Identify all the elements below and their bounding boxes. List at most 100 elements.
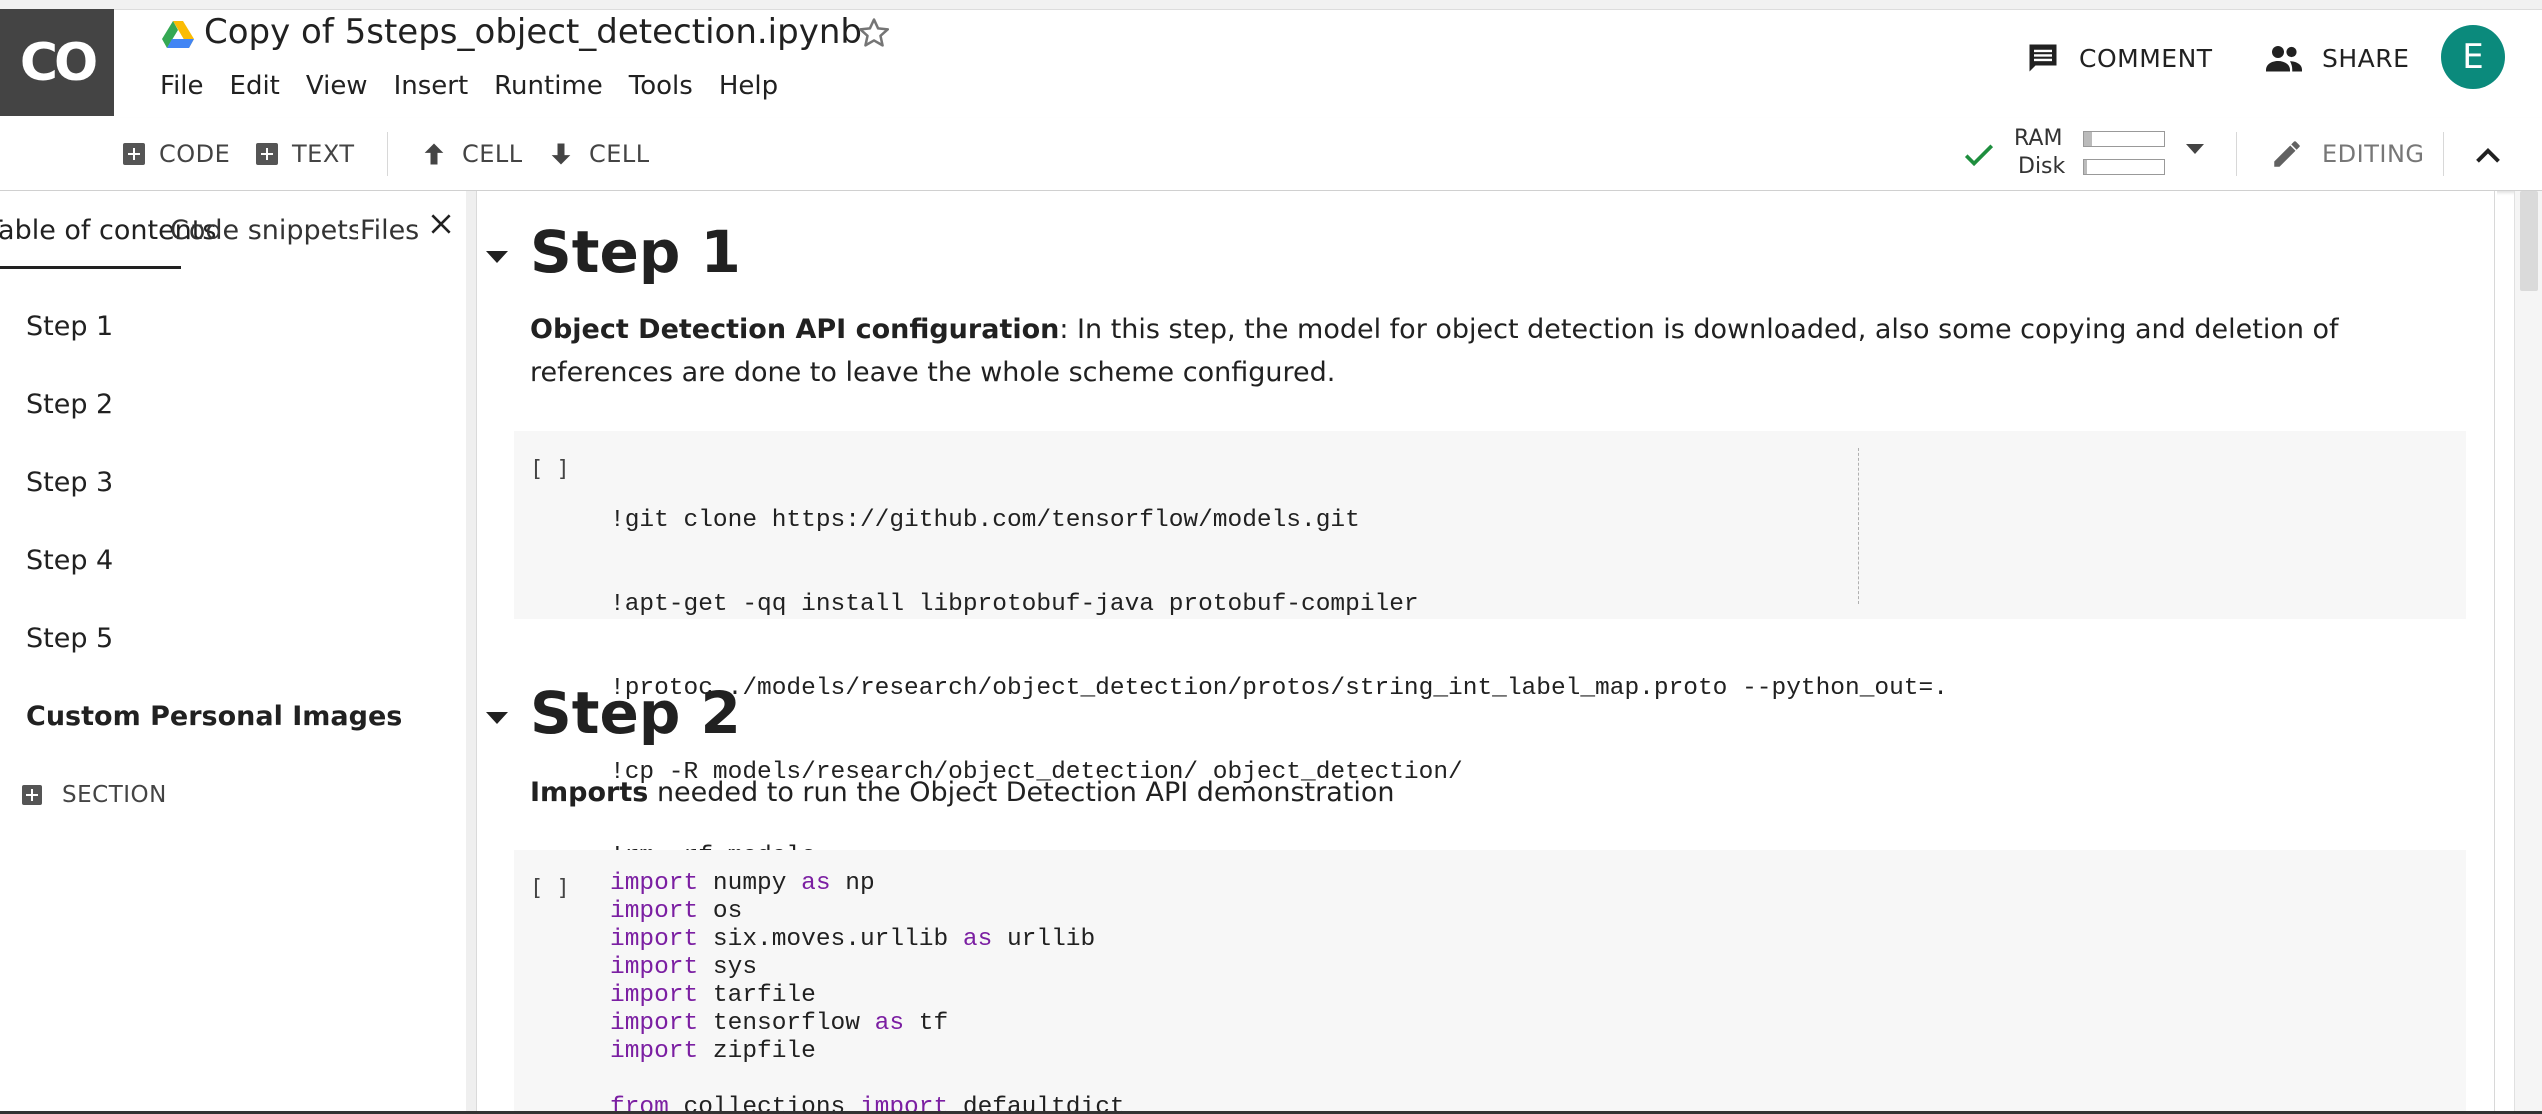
share-label: SHARE <box>2322 43 2410 73</box>
people-icon <box>2266 46 2302 72</box>
menu-insert[interactable]: Insert <box>394 71 469 101</box>
disk-label: Disk <box>2018 154 2066 179</box>
code-token: tensorflow <box>698 1010 875 1037</box>
ram-label: RAM <box>2014 126 2063 151</box>
notebook-content: Step 1 Object Detection API configuratio… <box>477 191 2497 1114</box>
code-cell[interactable]: [ ] import numpy as np import os import si… <box>514 850 2466 1114</box>
add-section-label: SECTION <box>62 782 167 808</box>
code-line: import tensorflow as tf <box>610 1010 1125 1038</box>
collapse-section-icon[interactable] <box>486 712 508 724</box>
sidebar: Table of contents Code snippets Files St… <box>0 191 467 1114</box>
code-line: !apt-get -qq install libprotobuf-java pr… <box>610 591 1419 618</box>
toolbar-divider <box>2236 132 2237 176</box>
markdown-text-step-2: Imports needed to run the Object Detecti… <box>530 771 2410 814</box>
run-cell-indicator[interactable]: [ ] <box>530 876 570 901</box>
menu-edit[interactable]: Edit <box>230 71 280 101</box>
plus-box-icon <box>22 785 42 805</box>
menu-help[interactable]: Help <box>719 71 778 101</box>
tab-files[interactable]: Files <box>358 215 420 246</box>
sidebar-resize-handle[interactable] <box>466 191 477 1114</box>
plus-box-icon <box>123 143 145 165</box>
add-code-button[interactable]: CODE <box>123 118 230 190</box>
move-cell-up-button[interactable]: CELL <box>420 118 523 190</box>
chevron-up-icon[interactable] <box>2470 138 2506 174</box>
add-text-button[interactable]: TEXT <box>256 118 355 190</box>
toolbar-divider <box>2443 132 2444 176</box>
toc-item-step-4[interactable]: Step 4 <box>26 545 113 576</box>
code-lines: import numpy as np import os import six.mo… <box>610 870 1125 1114</box>
pencil-icon <box>2274 141 2300 167</box>
code-token: sys <box>698 954 758 981</box>
menu-runtime[interactable]: Runtime <box>494 71 603 101</box>
code-cell[interactable]: [ ] !git clone https://github.com/tensor… <box>514 431 2466 870</box>
code-token: zipfile <box>698 1038 816 1065</box>
notebook-toolbar: CODE TEXT CELL CELL <box>0 118 2542 191</box>
add-text-label: TEXT <box>292 140 355 168</box>
cell-up-label: CELL <box>462 140 523 168</box>
code-keyword: import <box>610 1010 699 1037</box>
connected-check-icon <box>1964 144 1994 167</box>
notebook-edge <box>2494 191 2495 1114</box>
active-tab-indicator <box>0 266 181 269</box>
add-section-button[interactable]: SECTION <box>22 782 167 808</box>
code-line: !protoc ./models/research/object_detecti… <box>610 675 1948 702</box>
toc-item-custom-personal-images[interactable]: Custom Personal Images <box>26 701 402 732</box>
run-cell-indicator[interactable]: [ ] <box>530 457 570 482</box>
move-cell-down-button[interactable]: CELL <box>547 118 650 190</box>
code-line: import six.moves.urllib as urllib <box>610 926 1125 954</box>
star-icon[interactable] <box>855 14 893 52</box>
section-heading-step-1: Step 1 <box>530 218 741 286</box>
sidebar-tabs: Table of contents Code snippets Files <box>0 191 466 271</box>
toolbar-divider <box>387 132 388 176</box>
colab-logo[interactable]: CO <box>0 9 114 116</box>
share-button[interactable]: SHARE <box>2264 36 2409 80</box>
account-avatar[interactable]: E <box>2441 25 2505 89</box>
code-token: six.moves.urllib <box>698 926 963 953</box>
header: CO Copy of 5steps_object_detection.ipynb… <box>0 0 2542 118</box>
comment-button[interactable]: COMMENT <box>2025 36 2213 80</box>
scrollbar[interactable] <box>2514 191 2542 1114</box>
bold-text: Imports <box>530 777 649 808</box>
code-keyword: import <box>610 982 699 1009</box>
window-top-rule <box>0 0 2542 10</box>
toc-item-step-3[interactable]: Step 3 <box>26 467 113 498</box>
code-keyword: as <box>962 926 993 953</box>
editing-label: EDITING <box>2322 140 2425 168</box>
collapse-section-icon[interactable] <box>486 251 508 263</box>
code-line: import os <box>610 898 1125 926</box>
toc-item-step-2[interactable]: Step 2 <box>26 389 113 420</box>
code-keyword: as <box>874 1010 905 1037</box>
code-token: np <box>830 870 875 897</box>
scrollbar-thumb[interactable] <box>2520 191 2538 291</box>
markdown-text-step-1: Object Detection API configuration: In t… <box>530 308 2410 394</box>
code-token: tf <box>904 1010 949 1037</box>
arrow-down-icon <box>551 143 571 165</box>
code-keyword: import <box>610 870 699 897</box>
add-code-label: CODE <box>159 140 231 168</box>
code-line: import zipfile <box>610 1038 1125 1066</box>
code-token: tarfile <box>698 982 816 1009</box>
tab-code-snippets[interactable]: Code snippets <box>170 215 362 246</box>
menu-tools[interactable]: Tools <box>629 71 693 101</box>
code-line: !git clone https://github.com/tensorflow… <box>610 507 1360 534</box>
menu-bar: File Edit View Insert Runtime Tools Help <box>160 71 804 101</box>
bold-text: Object Detection API configuration <box>530 314 1060 345</box>
menu-file[interactable]: File <box>160 71 204 101</box>
code-keyword: import <box>610 1038 699 1065</box>
editing-mode-button[interactable]: EDITING <box>2270 118 2425 190</box>
line-length-ruler <box>1858 448 1859 604</box>
close-icon[interactable] <box>428 211 454 237</box>
toc-item-step-1[interactable]: Step 1 <box>26 311 113 342</box>
resources-dropdown-icon[interactable] <box>2186 144 2204 154</box>
menu-view[interactable]: View <box>306 71 368 101</box>
ram-meter[interactable] <box>2083 131 2165 147</box>
code-token: urllib <box>992 926 1096 953</box>
code-keyword: import <box>610 926 699 953</box>
notebook-title[interactable]: Copy of 5steps_object_detection.ipynb <box>204 12 862 52</box>
code-token: os <box>698 898 743 925</box>
toc-item-step-5[interactable]: Step 5 <box>26 623 113 654</box>
disk-meter[interactable] <box>2083 159 2165 175</box>
cell-down-label: CELL <box>589 140 650 168</box>
code-line: import numpy as np <box>610 870 1125 898</box>
